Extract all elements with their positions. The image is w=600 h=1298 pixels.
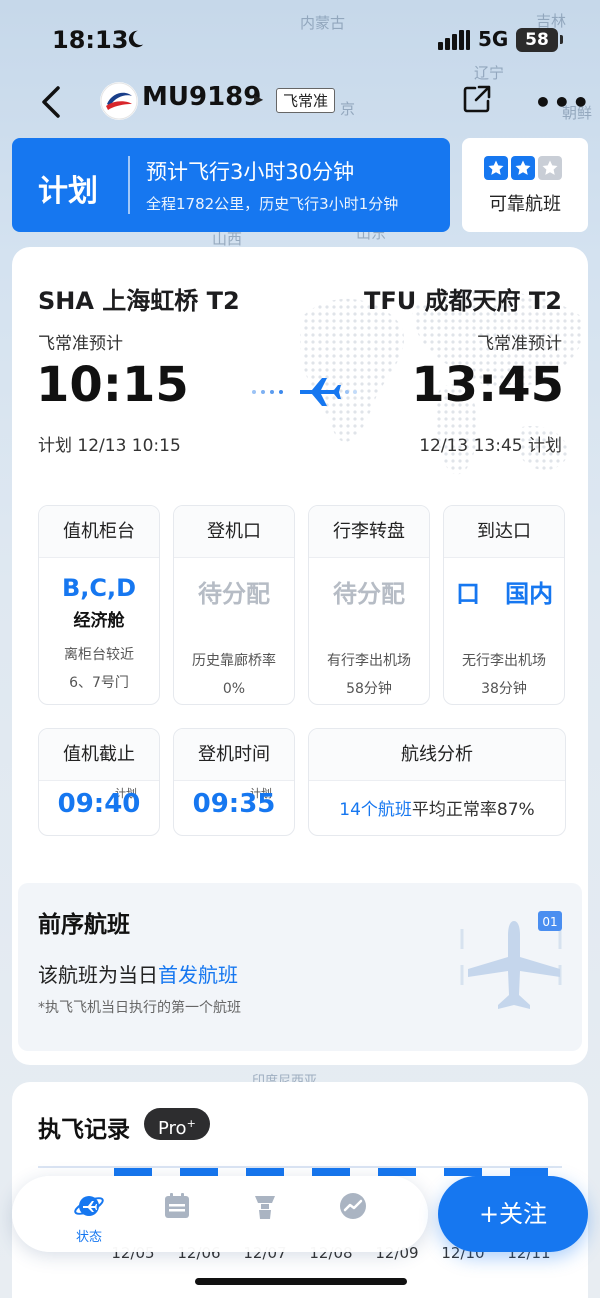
tab-calendar[interactable] xyxy=(144,1176,210,1252)
back-icon[interactable] xyxy=(36,82,70,122)
box-title: 值机截止 xyxy=(39,729,159,781)
network-type: 5G xyxy=(478,27,509,51)
previous-note: *执飞飞机当日执行的第一个航班 xyxy=(38,1000,241,1016)
more-icon[interactable]: ••• xyxy=(534,86,591,119)
baggage-carousel-box[interactable]: 行李转盘 待分配 有行李出机场 58分钟 xyxy=(308,505,430,705)
departure-plan: 计划 12/13 10:15 xyxy=(38,436,181,456)
exit-value: 口 国内 xyxy=(456,580,554,608)
moon-icon xyxy=(128,30,144,48)
route-analysis-text: 14个航班平均正常率87% xyxy=(309,795,565,820)
record-bar xyxy=(510,1168,548,1176)
star-filled-icon xyxy=(484,156,508,180)
record-bar xyxy=(312,1168,350,1176)
star-empty-icon xyxy=(538,156,562,180)
boarding-time: 09:35 xyxy=(192,789,276,819)
section-title: 执飞记录 xyxy=(38,1117,130,1143)
tab-analysis[interactable] xyxy=(320,1176,386,1252)
route-analysis-box[interactable]: 航线分析 14个航班平均正常率87% xyxy=(308,728,566,836)
reliability-badge[interactable]: 可靠航班 xyxy=(462,138,588,232)
box-title: 航线分析 xyxy=(309,729,565,781)
arrival-time: 13:45 xyxy=(411,357,564,413)
box-note: 无行李出机场 xyxy=(462,653,546,669)
origin-estimate-label: 飞常准预计 xyxy=(38,334,123,354)
previous-text: 该航班为当日 xyxy=(38,963,158,987)
counter-value: B,C,D xyxy=(61,574,137,602)
follow-button[interactable]: +关注 xyxy=(438,1176,588,1252)
destination-airport[interactable]: TFU 成都天府 T2 xyxy=(364,281,562,316)
status-bar: 18:13 5G 58 xyxy=(0,0,600,80)
signal-icon xyxy=(438,30,470,50)
tab-status[interactable]: 状态 xyxy=(56,1176,122,1252)
divider xyxy=(128,156,130,214)
airplane-icon xyxy=(252,378,357,406)
box-title: 到达口 xyxy=(444,506,564,558)
flight-info-card: SHA 上海虹桥 T2 TFU 成都天府 T2 飞常准预计 飞常准预计 10:1… xyxy=(12,247,588,1065)
box-title: 行李转盘 xyxy=(309,506,429,558)
navigation-bar: MU9189 ▶ 飞常准 ••• xyxy=(0,78,600,124)
battery-tip xyxy=(560,35,563,44)
tower-icon xyxy=(255,1196,275,1219)
plan-banner: 计划 预计飞行3小时30分钟 全程1782公里，历史飞行3小时1分钟 xyxy=(12,138,450,232)
calendar-icon xyxy=(165,1193,189,1218)
box-title: 登机口 xyxy=(174,506,294,558)
record-bar xyxy=(114,1168,152,1176)
flight-number[interactable]: MU9189 xyxy=(142,82,261,112)
plan-distance: 全程1782公里，历史飞行3小时1分钟 xyxy=(146,195,399,213)
punctuality-rate: 平均正常率87% xyxy=(411,800,535,820)
boarding-time-box[interactable]: 登机时间 计划 09:35 xyxy=(173,728,295,836)
bottom-tab-bar: 状态 xyxy=(12,1176,428,1252)
plan-duration: 预计飞行3小时30分钟 xyxy=(146,160,355,184)
home-indicator xyxy=(195,1278,407,1285)
gate-box[interactable]: 登机口 待分配 历史靠廊桥率 0% xyxy=(173,505,295,705)
record-bar xyxy=(246,1168,284,1176)
arrival-exit-box[interactable]: 到达口 口 国内 无行李出机场 38分钟 xyxy=(443,505,565,705)
box-note: 离柜台较近 xyxy=(64,647,134,663)
plan-status: 计划 xyxy=(38,174,98,209)
previous-flight-text: 该航班为当日首发航班 xyxy=(38,959,238,988)
source-tag: 飞常准 xyxy=(276,88,336,113)
box-note: 38分钟 xyxy=(481,681,527,697)
status-planet-icon xyxy=(74,1196,104,1216)
battery-icon: 58 xyxy=(516,28,558,52)
gate-value: 待分配 xyxy=(198,580,270,608)
departure-time: 10:15 xyxy=(36,357,189,413)
box-note: 有行李出机场 xyxy=(327,653,411,669)
chart-icon xyxy=(340,1193,366,1219)
record-bar xyxy=(444,1168,482,1176)
origin-airport[interactable]: SHA 上海虹桥 T2 xyxy=(38,281,240,316)
record-bar xyxy=(180,1168,218,1176)
cutoff-time: 09:40 xyxy=(57,789,141,819)
sequence-badge: 01 xyxy=(542,915,557,929)
airline-logo xyxy=(100,82,138,120)
record-bar xyxy=(378,1168,416,1176)
cabin-class: 经济舱 xyxy=(73,611,125,631)
status-time: 18:13 xyxy=(52,26,129,54)
box-note: 0% xyxy=(222,681,246,697)
section-title: 前序航班 xyxy=(38,912,130,938)
arrival-plan: 12/13 13:45 计划 xyxy=(419,436,562,456)
box-title: 登机时间 xyxy=(174,729,294,781)
flight-count: 14个航班 xyxy=(339,800,412,820)
tab-airport[interactable] xyxy=(232,1176,298,1252)
first-flight-link[interactable]: 首发航班 xyxy=(158,963,238,987)
caret-right-icon[interactable]: ▶ xyxy=(254,92,263,106)
share-icon[interactable] xyxy=(462,84,492,114)
star-filled-icon xyxy=(511,156,535,180)
destination-estimate-label: 飞常准预计 xyxy=(477,334,562,354)
carousel-value: 待分配 xyxy=(333,580,405,608)
tab-label: 状态 xyxy=(75,1230,102,1245)
star-rating xyxy=(484,156,562,180)
airplane-illustration-icon: 01 xyxy=(460,911,562,1009)
checkin-counter-box[interactable]: 值机柜台 B,C,D 经济舱 离柜台较近 6、7号门 xyxy=(38,505,160,705)
box-note: 58分钟 xyxy=(346,681,392,697)
previous-flight-section: 前序航班 该航班为当日首发航班 *执飞飞机当日执行的第一个航班 01 xyxy=(18,883,582,1051)
reliability-label: 可靠航班 xyxy=(489,194,561,215)
box-note: 历史靠廊桥率 xyxy=(192,653,276,669)
box-note: 6、7号门 xyxy=(69,675,129,691)
pro-label: Pro xyxy=(158,1118,187,1139)
pro-badge[interactable]: Pro+ xyxy=(144,1108,210,1140)
checkin-cutoff-box[interactable]: 值机截止 计划 09:40 xyxy=(38,728,160,836)
box-title: 值机柜台 xyxy=(39,506,159,558)
